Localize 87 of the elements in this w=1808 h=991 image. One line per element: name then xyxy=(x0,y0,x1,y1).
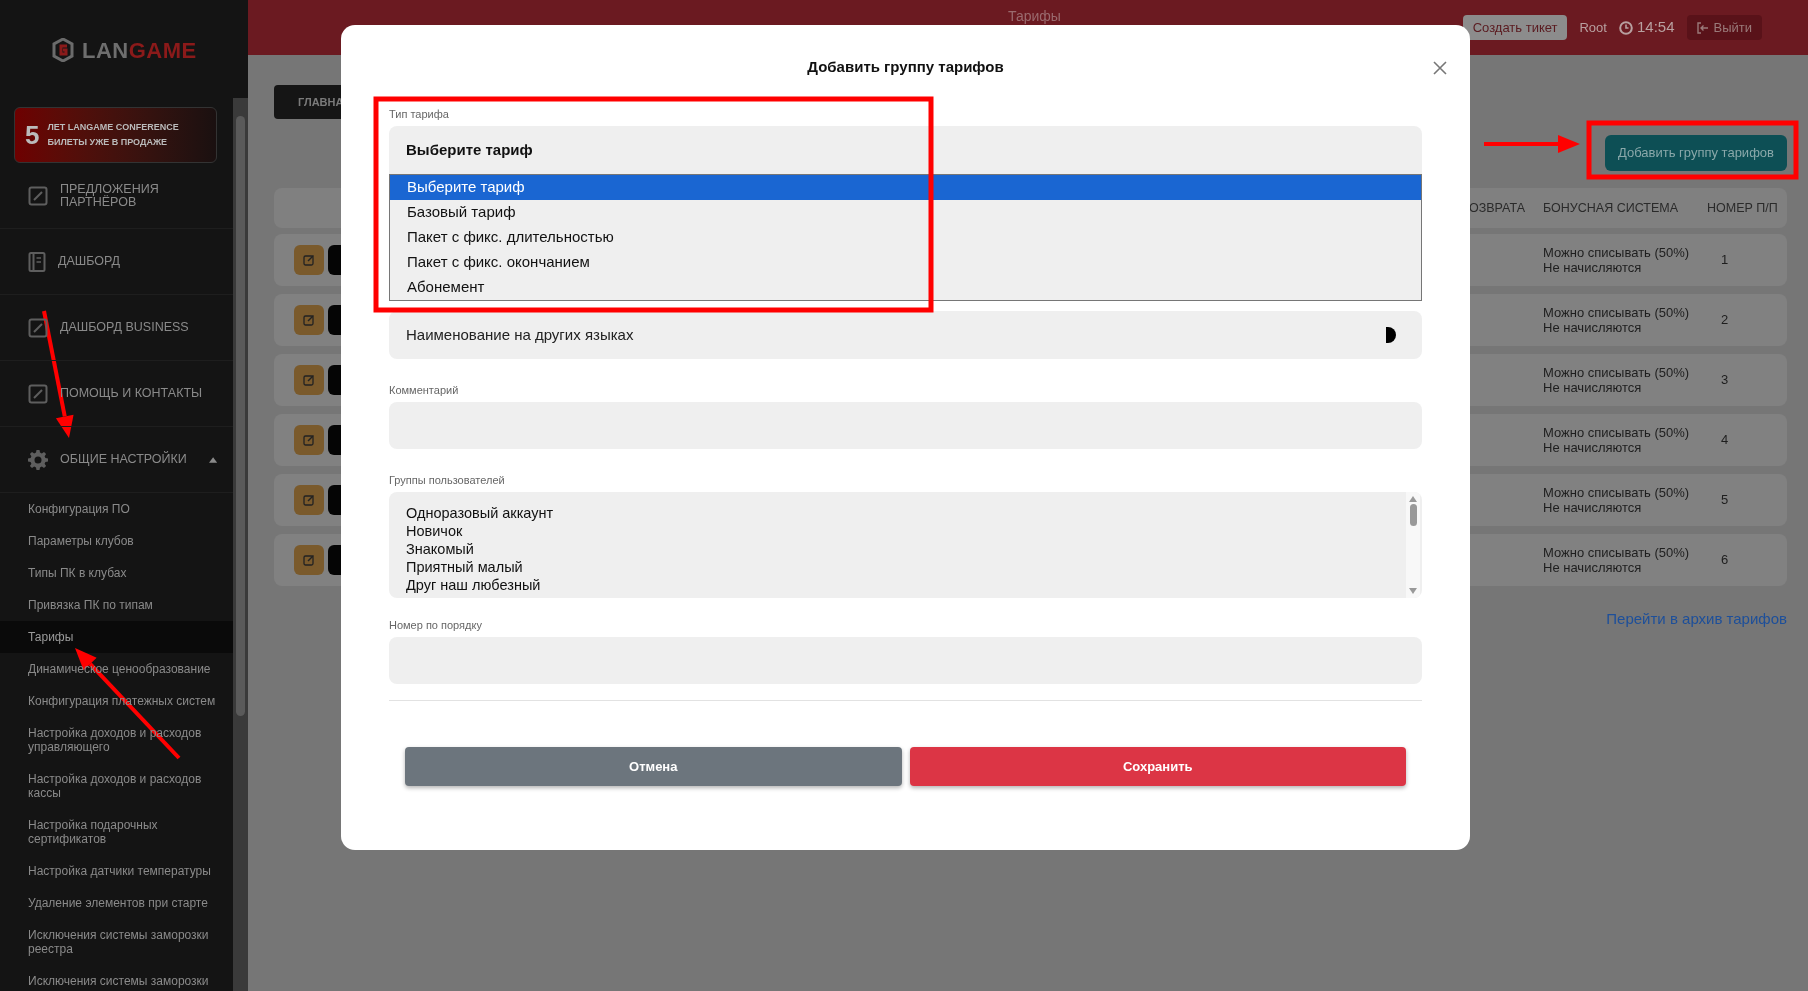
list-option[interactable]: Приятный малый xyxy=(406,558,1422,576)
scroll-down-icon[interactable] xyxy=(1409,588,1417,594)
list-option[interactable]: Друг наш любезный xyxy=(406,576,1422,594)
submenu-item[interactable]: Типы ПК в клубах xyxy=(0,557,233,589)
edit-icon xyxy=(303,374,315,386)
user-name: Root xyxy=(1579,18,1607,37)
promo-text: БИЛЕТЫ УЖЕ В ПРОДАЖЕ xyxy=(47,136,169,149)
table-cell-text: 4 xyxy=(1720,431,1730,450)
table-cell-text: Можно списывать (50%) xyxy=(1543,545,1691,560)
table-cell-text: Не начисляются xyxy=(1543,560,1643,575)
submenu-item[interactable]: Настройка доходов и расходов кассы xyxy=(0,763,233,809)
table-cell-text: Не начисляются xyxy=(1543,320,1643,335)
submenu-item[interactable]: Привязка ПК по типам xyxy=(0,589,233,621)
close-icon xyxy=(1433,61,1447,75)
edit-icon xyxy=(303,434,315,446)
page-title: Тарифы xyxy=(1008,7,1061,26)
edit-button[interactable] xyxy=(294,245,324,275)
column-header: ОЗВРАТА xyxy=(1468,199,1526,217)
edit-icon xyxy=(303,554,315,566)
table-cell-text: Не начисляются xyxy=(1543,380,1643,395)
scroll-thumb[interactable] xyxy=(1409,504,1417,526)
user-groups-list[interactable]: Одноразовый аккаунт Новичок Знакомый Приятный малый Друг наш любезный xyxy=(389,492,1422,598)
gear-icon xyxy=(28,449,48,470)
logo-text: LANGAME xyxy=(82,36,197,65)
list-option[interactable]: Одноразовый аккаунт xyxy=(406,504,1422,522)
table-cell-text: 6 xyxy=(1720,551,1730,570)
field-label: Комментарий xyxy=(389,384,459,396)
notebook-icon xyxy=(28,251,46,272)
table-cell-text: 3 xyxy=(1720,371,1730,390)
promo-number: 5 xyxy=(25,118,40,152)
column-header: БОНУСНАЯ СИСТЕМА xyxy=(1543,199,1679,217)
list-option[interactable]: Знакомый xyxy=(406,540,1422,558)
submenu-item[interactable]: Удаление элементов при старте xyxy=(0,887,233,919)
table-cell-text: Можно списывать (50%) xyxy=(1543,245,1691,260)
cancel-button[interactable]: Отмена xyxy=(405,747,902,786)
table-cell-text: Можно списывать (50%) xyxy=(1543,365,1691,380)
dropdown-option[interactable]: Выберите тариф xyxy=(390,175,1421,200)
add-tariff-group-button[interactable]: Добавить группу тарифов xyxy=(1605,135,1787,171)
promo-text: ЛЕТ LANGAME CONFERENCE xyxy=(47,121,179,134)
modal-title: Добавить группу тарифов xyxy=(807,58,1004,75)
submenu-item[interactable]: Параметры клубов xyxy=(0,525,233,557)
list-scrollbar[interactable] xyxy=(1406,492,1420,598)
submenu-item[interactable]: Тарифы xyxy=(0,621,233,653)
edit-button[interactable] xyxy=(294,485,324,515)
select-field[interactable]: Выберите тариф xyxy=(389,126,1422,174)
dropdown-option[interactable]: Базовый тариф xyxy=(390,200,1421,225)
logo-icon xyxy=(52,38,74,62)
submenu-item[interactable]: Настройка подарочных сертификатов xyxy=(0,809,233,855)
table-cell-text: Не начисляются xyxy=(1543,440,1643,455)
table-cell-text: Можно списывать (50%) xyxy=(1543,305,1691,320)
submenu-item[interactable]: Конфигурация ПО xyxy=(0,493,233,525)
clock-time: 14:54 xyxy=(1636,17,1675,38)
table-cell-text: 5 xyxy=(1720,491,1730,510)
logout-button[interactable]: Выйти xyxy=(1686,15,1762,40)
scroll-up-icon[interactable] xyxy=(1409,496,1417,502)
submenu-item[interactable]: Настройка датчики температуры xyxy=(0,855,233,887)
edit-square-icon xyxy=(28,317,48,338)
dropdown-option[interactable]: Абонемент xyxy=(390,275,1421,300)
submenu-item[interactable]: Исключения системы заморозки xyxy=(0,965,233,991)
table-cell-text: Можно списывать (50%) xyxy=(1543,425,1691,440)
collapsible-section[interactable]: Наименование на других языках xyxy=(389,311,1422,359)
column-header: НОМЕР П/П xyxy=(1707,199,1779,217)
table-cell-text: Не начисляются xyxy=(1543,260,1643,275)
edit-button[interactable] xyxy=(294,365,324,395)
table-cell-text: Не начисляются xyxy=(1543,500,1643,515)
save-button[interactable]: Сохранить xyxy=(909,747,1406,786)
edit-button[interactable] xyxy=(294,545,324,575)
edit-button[interactable] xyxy=(294,305,324,335)
table-cell-text: Можно списывать (50%) xyxy=(1543,485,1691,500)
field-label: Группы пользователей xyxy=(389,474,505,486)
edit-icon xyxy=(303,494,315,506)
scrollbar[interactable] xyxy=(233,98,248,991)
edit-icon xyxy=(303,314,315,326)
table-cell-text: 1 xyxy=(1720,251,1730,270)
list-option[interactable]: Новичок xyxy=(406,522,1422,540)
field-label: Номер по порядку xyxy=(389,619,482,631)
edit-square-icon xyxy=(28,185,48,206)
create-ticket-button[interactable]: Создать тикет xyxy=(1462,15,1568,40)
clock-icon xyxy=(1618,20,1633,35)
edit-icon xyxy=(303,254,315,266)
edit-button[interactable] xyxy=(294,425,324,455)
submenu-item[interactable]: Исключения системы заморозки реестра xyxy=(0,919,233,965)
edit-square-icon xyxy=(28,383,48,404)
dropdown-option[interactable]: Пакет с фикс. окончанием xyxy=(390,250,1421,275)
logout-icon xyxy=(1696,21,1709,34)
table-cell-text: 2 xyxy=(1720,311,1730,330)
dropdown-option[interactable]: Пакет с фикс. длительностью xyxy=(390,225,1421,250)
